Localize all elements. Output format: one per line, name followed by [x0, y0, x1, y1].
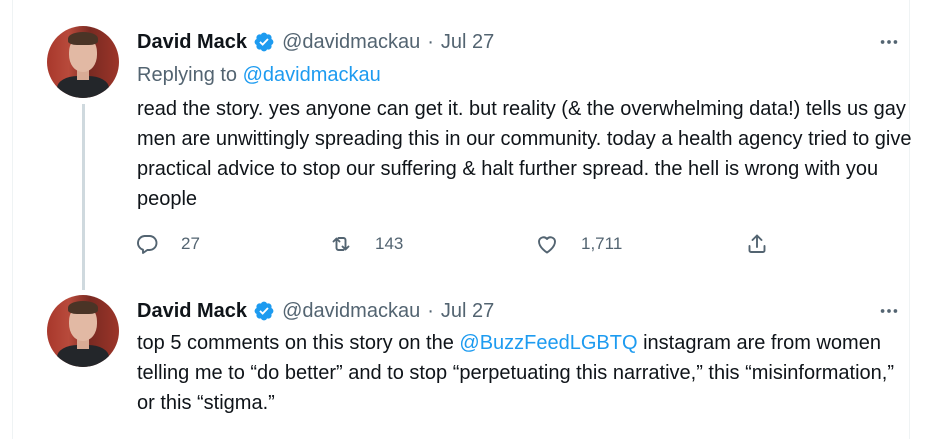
share-icon	[748, 234, 766, 253]
timeline-panel: David Mack @davidmackau · Jul 27 Replyin…	[12, 0, 912, 439]
heart-icon	[538, 236, 556, 254]
tweet-actions: 27 143 1,711	[135, 232, 775, 258]
more-horizontal-icon[interactable]	[875, 30, 903, 54]
replying-to: Replying to @davidmackau	[137, 64, 381, 87]
retweet-button[interactable]: 143	[329, 232, 403, 256]
like-button[interactable]: 1,711	[535, 232, 622, 256]
avatar[interactable]	[47, 26, 119, 98]
verified-badge-icon	[254, 301, 274, 321]
mention-link[interactable]: @BuzzFeedLGBTQ	[459, 332, 637, 354]
reply-icon	[137, 235, 158, 254]
author-handle[interactable]: @davidmackau	[282, 31, 420, 54]
tweet-text-part: top 5 comments on this story on the	[137, 332, 460, 354]
verified-badge-icon	[254, 32, 274, 52]
author-name[interactable]: David Mack	[137, 300, 247, 323]
tweet-date[interactable]: Jul 27	[441, 31, 494, 54]
more-horizontal-icon[interactable]	[875, 299, 903, 323]
tweet-text: top 5 comments on this story on the @Buz…	[137, 328, 917, 418]
retweet-icon	[332, 237, 350, 251]
like-count: 1,711	[581, 234, 623, 253]
replying-to-link[interactable]: @davidmackau	[243, 64, 381, 86]
reply-count: 27	[181, 234, 200, 253]
share-button[interactable]	[745, 232, 769, 256]
author-handle[interactable]: @davidmackau	[282, 300, 420, 323]
tweet-date[interactable]: Jul 27	[441, 300, 494, 323]
tweet-header: David Mack @davidmackau · Jul 27	[137, 298, 494, 324]
avatar[interactable]	[47, 295, 119, 367]
header-separator: ·	[427, 299, 434, 322]
thread-connector-line	[82, 104, 85, 290]
reply-button[interactable]: 27	[135, 232, 200, 256]
tweet-header: David Mack @davidmackau · Jul 27	[137, 29, 494, 55]
author-name[interactable]: David Mack	[137, 31, 247, 54]
replying-to-label: Replying to	[137, 64, 238, 86]
tweet-text: read the story. yes anyone can get it. b…	[137, 98, 912, 210]
retweet-count: 143	[375, 234, 404, 253]
header-separator: ·	[427, 30, 434, 53]
